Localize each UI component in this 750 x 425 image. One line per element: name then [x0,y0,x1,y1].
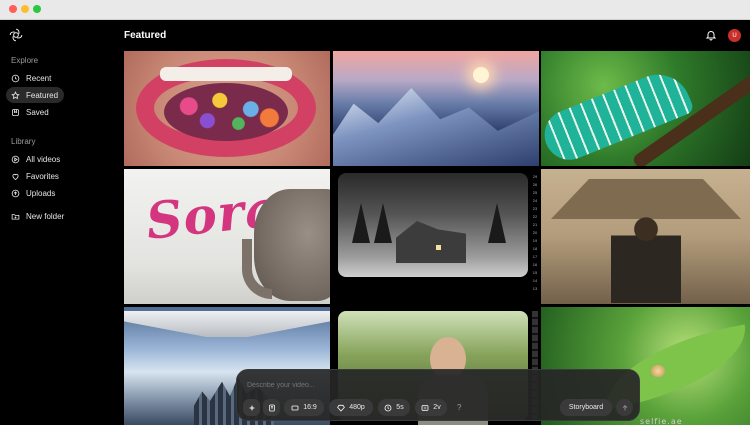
tree-shape [374,203,392,243]
ruler-tick: 21 [532,222,538,227]
variations-icon [421,404,429,411]
airplane-shape [124,311,330,337]
section-label-explore: Explore [11,56,39,65]
new-folder-label: New folder [26,211,65,221]
folder-plus-icon [11,213,20,220]
sidebar-item-uploads[interactable]: Uploads [6,185,86,201]
tile-screen [338,173,528,277]
plus-icon [249,405,254,410]
video-tile-snowy-mountains[interactable] [333,51,539,166]
ruler-tick: 16 [532,262,538,267]
ruler-tick: 15 [532,270,538,275]
aspect-ratio-icon [291,405,299,410]
aspect-ratio-button[interactable]: 16:9 [284,399,324,416]
ruler-tick: 14 [532,278,538,283]
submit-button[interactable] [616,399,633,416]
tree-shape [352,203,370,243]
resolution-button[interactable]: 480p [329,399,373,416]
sidebar-item-label: Uploads [26,188,56,198]
section-label-library: Library [11,137,36,146]
star-icon [11,90,20,99]
storyboard-toggle-button[interactable] [263,399,280,416]
sidebar-item-featured[interactable]: Featured [6,87,64,103]
page-title: Featured [124,30,167,41]
video-tile-snowy-cabins[interactable]: 29 26 25 24 23 22 21 20 19 18 17 16 15 14 13 [333,169,539,304]
ruler-tick: 18 [532,246,538,251]
sidebar-item-label: Favorites [26,171,59,181]
mountains-shape [333,88,539,166]
ruler-tick: 23 [532,206,538,211]
watermark: selfie.ae [640,417,683,425]
sidebar: Explore Recent Featured Saved Library Al… [0,20,120,425]
clock-icon [11,74,20,82]
window-light [436,245,441,250]
snail-shape [651,365,665,377]
variations-button[interactable]: 2v [415,399,447,416]
window-titlebar [0,0,750,20]
ruler-tick: 29 [532,174,538,179]
new-folder-button[interactable]: New folder [6,208,86,224]
sidebar-item-favorites[interactable]: Favorites [6,168,86,184]
duration-value: 5s [396,404,404,411]
add-button[interactable] [243,399,260,416]
duration-button[interactable]: 5s [378,399,410,416]
upload-icon [11,189,20,197]
trunk-shape [242,239,272,299]
resolution-value: 480p [349,404,365,411]
ruler-tick: 26 [532,182,538,187]
teeth-shape [160,67,292,81]
prompt-input[interactable] [247,379,627,391]
aspect-ratio-value: 16:9 [303,404,317,411]
ruler-tick: 13 [532,286,538,291]
sun-shape [473,67,489,83]
sidebar-item-label: Recent [26,73,52,83]
ruler-tick: 24 [532,198,538,203]
arrow-up-icon [622,404,627,410]
openai-logo-icon[interactable] [9,28,23,42]
tree-shape [488,203,506,243]
video-tile-man-village[interactable] [541,169,750,304]
video-tile-chameleon[interactable] [541,51,750,166]
sidebar-item-label: Featured [26,90,59,100]
ruler-tick: 25 [532,190,538,195]
ruler-tick: 17 [532,254,538,259]
cabin-shape [396,221,466,263]
sidebar-item-label: All videos [26,154,61,164]
video-tile-sora-elephant[interactable]: Sora [124,169,330,304]
diamond-icon [337,404,346,412]
video-tile-lips-flowers[interactable] [124,51,330,166]
person-shape [611,213,681,303]
zoom-window-button[interactable] [33,5,41,13]
document-icon [268,404,275,411]
prompt-composer: 16:9 480p 5s 2v ? Storyboard [236,369,640,421]
avatar[interactable]: U [728,29,741,42]
storyboard-button[interactable]: Storyboard [560,399,612,416]
minimize-window-button[interactable] [21,5,29,13]
bell-icon[interactable] [705,29,717,41]
flowers-shape [164,83,288,141]
variations-value: 2v [433,404,441,411]
grid-icon [11,155,20,163]
ruler-tick: 19 [532,238,538,243]
sidebar-item-saved[interactable]: Saved [6,104,64,120]
sidebar-item-recent[interactable]: Recent [6,70,64,86]
bookmark-icon [12,108,19,116]
sidebar-item-label: Saved [26,107,49,117]
clock-icon [384,404,392,411]
heart-icon [12,173,19,180]
ruler-tick: 20 [532,230,538,235]
ruler-tick: 22 [532,214,538,219]
app-window: Explore Recent Featured Saved Library Al… [0,20,750,425]
sidebar-item-all-videos[interactable]: All videos [6,151,86,167]
chameleon-shape [541,64,695,166]
help-button[interactable]: ? [457,399,461,416]
timeline-ruler[interactable]: 29 26 25 24 23 22 21 20 19 18 17 16 15 14 13 [532,173,538,291]
close-window-button[interactable] [9,5,17,13]
